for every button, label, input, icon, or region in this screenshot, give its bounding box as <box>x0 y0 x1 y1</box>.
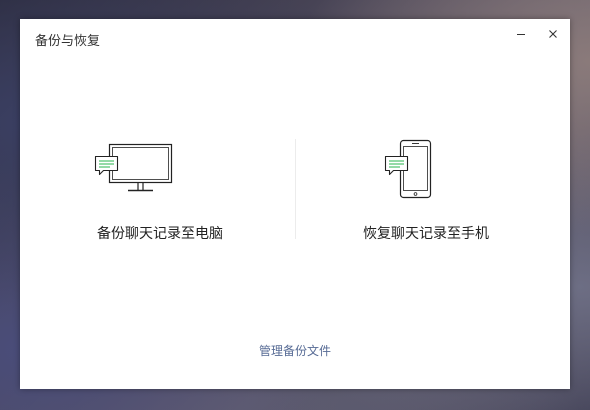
manage-backup-files-link[interactable]: 管理备份文件 <box>20 342 570 359</box>
minimize-icon <box>517 34 525 35</box>
restore-to-phone-option[interactable]: 恢复聊天记录至手机 <box>326 137 526 247</box>
close-button[interactable] <box>543 25 563 43</box>
minimize-button[interactable] <box>511 25 531 43</box>
restore-to-phone-label: 恢复聊天记录至手机 <box>363 226 489 242</box>
window-title: 备份与恢复 <box>35 34 101 49</box>
backup-to-pc-option[interactable]: 备份聊天记录至电脑 <box>60 137 260 247</box>
phone-with-chat-icon <box>384 139 432 199</box>
close-icon <box>549 30 557 38</box>
backup-restore-dialog: 备份与恢复 备份聊天记录至电脑 恢复聊天记录至手机 管理备份文件 <box>20 19 570 389</box>
backup-to-pc-label: 备份聊天记录至电脑 <box>97 226 223 242</box>
options-divider <box>295 139 296 239</box>
computer-with-chat-icon <box>94 143 173 192</box>
